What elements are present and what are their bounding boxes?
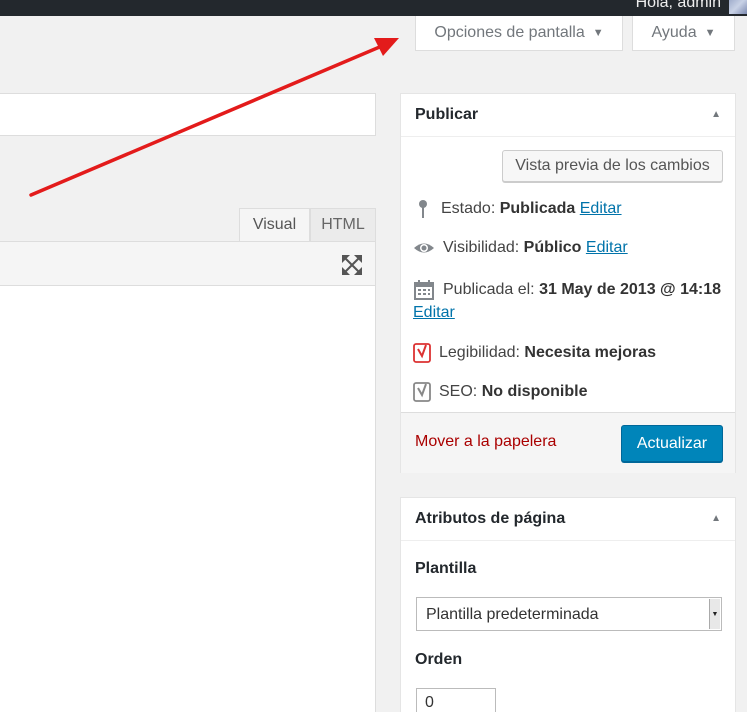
published-edit-row: Editar [413, 304, 455, 322]
screen-options-button[interactable]: Opciones de pantalla ▼ [415, 16, 623, 51]
move-to-trash-link[interactable]: Mover a la papelera [415, 433, 556, 451]
template-selected-value: Plantilla predeterminada [426, 606, 599, 623]
order-input[interactable] [416, 688, 496, 712]
order-label: Orden [415, 651, 463, 668]
published-label: Publicada el: [443, 281, 535, 298]
publish-box-title: Publicar [415, 106, 479, 123]
page-attributes-title: Atributos de página [415, 510, 566, 527]
published-date-row: Publicada el: 31 May de 2013 @ 14:18 [413, 279, 721, 301]
yoast-seo-icon [413, 382, 431, 402]
visibility-label: Visibilidad: [443, 239, 520, 256]
chevron-down-icon: ▼ [592, 27, 604, 39]
readability-row: Legibilidad: Necesita mejoras [413, 342, 656, 364]
editor-toolbar [0, 241, 376, 286]
major-publishing-actions: Mover a la papelera Actualizar [401, 412, 735, 473]
publish-box: Publicar ▲ Vista previa de los cambios E… [400, 93, 736, 473]
avatar[interactable] [729, 0, 747, 14]
status-label: Estado: [441, 200, 496, 217]
page-attributes-box: Atributos de página ▲ Plantilla Plantill… [400, 497, 736, 712]
update-button[interactable]: Actualizar [621, 425, 723, 462]
visibility-row: Visibilidad: Público Editar [413, 239, 628, 257]
expand-icon[interactable] [341, 254, 363, 276]
help-label: Ayuda [651, 24, 697, 41]
help-button[interactable]: Ayuda ▼ [632, 16, 735, 51]
admin-greeting[interactable]: Hola, admin [636, 0, 721, 12]
template-select[interactable]: Plantilla predeterminada ▼ [416, 597, 722, 631]
tab-visual[interactable]: Visual [239, 208, 310, 241]
publish-box-header[interactable]: Publicar ▲ [401, 94, 735, 137]
visibility-value: Público [523, 239, 582, 256]
preview-changes-button[interactable]: Vista previa de los cambios [502, 150, 723, 182]
edit-date-link[interactable]: Editar [413, 304, 455, 322]
seo-value: No disponible [481, 383, 588, 400]
seo-label: SEO: [439, 383, 478, 400]
edit-status-link[interactable]: Editar [580, 200, 622, 218]
title-input[interactable] [0, 93, 376, 136]
collapse-toggle-icon[interactable]: ▲ [711, 109, 721, 120]
published-value: 31 May de 2013 @ 14:18 [539, 281, 722, 298]
edit-visibility-link[interactable]: Editar [586, 239, 628, 257]
pin-icon [419, 200, 427, 218]
status-row: Estado: Publicada Editar [413, 198, 622, 220]
tab-html[interactable]: HTML [310, 208, 376, 241]
seo-row: SEO: No disponible [413, 381, 587, 403]
collapse-toggle-icon[interactable]: ▲ [711, 513, 721, 524]
editor-content[interactable] [0, 285, 376, 712]
readability-value: Necesita mejoras [524, 344, 657, 361]
admin-bar: Hola, admin [0, 0, 747, 16]
page-attributes-header[interactable]: Atributos de página ▲ [401, 498, 735, 541]
template-label: Plantilla [415, 560, 477, 577]
status-value: Publicada [499, 200, 576, 217]
yoast-readability-icon [413, 343, 431, 363]
calendar-icon [414, 280, 434, 300]
readability-label: Legibilidad: [439, 344, 520, 361]
select-arrow-icon[interactable]: ▼ [709, 599, 720, 629]
eye-icon [414, 243, 434, 253]
chevron-down-icon: ▼ [704, 27, 716, 39]
screen-options-label: Opciones de pantalla [434, 24, 585, 41]
